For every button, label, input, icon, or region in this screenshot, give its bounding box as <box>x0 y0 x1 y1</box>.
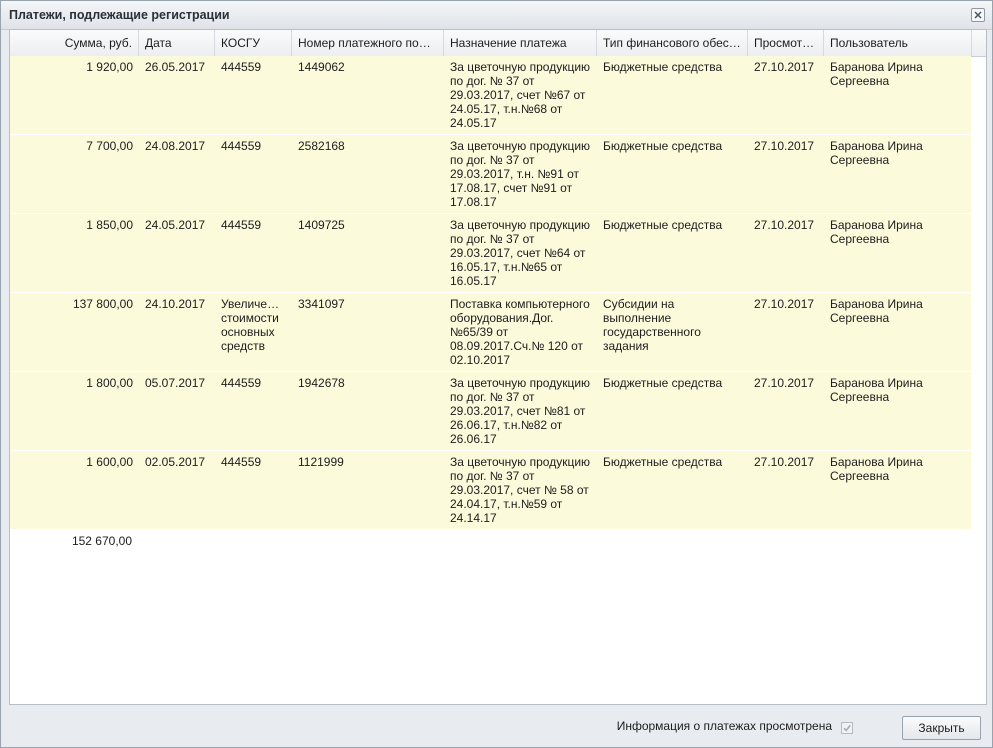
info-viewed-label: Информация о платежах просмотрена <box>616 719 832 733</box>
dialog-title: Платежи, подлежащие регистрации <box>9 8 230 22</box>
cell-viewed: 27.10.2017 <box>754 218 815 232</box>
cell-purpose: Поставка компьютерного оборудования.Дог.… <box>450 297 590 367</box>
cell-date: 26.05.2017 <box>145 60 206 74</box>
cell-date: 05.07.2017 <box>145 376 206 390</box>
cell-kosgu: 444559 <box>221 376 262 390</box>
cell-purpose: За цветочную продукцию по дог. № 37 от 2… <box>450 60 591 130</box>
cell-kosgu: 444559 <box>221 218 262 232</box>
column-header-purpose[interactable]: Назначение платежа <box>444 30 597 56</box>
cell-payment-number: 1449062 <box>298 60 345 74</box>
close-button[interactable]: Закрыть <box>902 716 981 740</box>
cell-user: Баранова Ирина Сергеевна <box>830 139 923 167</box>
cell-user: Баранова Ирина Сергеевна <box>830 376 923 404</box>
cell-viewed: 27.10.2017 <box>754 139 815 153</box>
dialog-titlebar: Платежи, подлежащие регистрации <box>1 1 992 30</box>
cell-viewed: 27.10.2017 <box>754 455 815 469</box>
cell-date: 02.05.2017 <box>145 455 206 469</box>
cell-payment-number: 1121999 <box>298 455 344 469</box>
column-header-sum[interactable]: Сумма, руб. <box>10 30 139 56</box>
total-sum: 152 670,00 <box>71 534 132 548</box>
cell-payment-number: 1942678 <box>298 376 345 390</box>
cell-payment-number: 3341097 <box>298 297 345 311</box>
payments-grid: Сумма, руб. Дата КОСГУ Номер платежного … <box>9 29 987 705</box>
cell-kosgu: 444559 <box>221 60 262 74</box>
cell-user: Баранова Ирина Сергеевна <box>830 60 923 88</box>
cell-kosgu: Увеличе… стоимости основных средств <box>221 297 280 353</box>
cell-date: 24.05.2017 <box>145 218 206 232</box>
cell-sum: 1 850,00 <box>86 218 133 232</box>
cell-funding-type: Бюджетные средства <box>603 455 723 469</box>
cell-date: 24.10.2017 <box>145 297 206 311</box>
cell-user: Баранова Ирина Сергеевна <box>830 455 923 483</box>
cell-user: Баранова Ирина Сергеевна <box>830 297 923 325</box>
cell-purpose: За цветочную продукцию по дог. № 37 от 2… <box>450 139 591 209</box>
cell-payment-number: 2582168 <box>298 139 345 153</box>
column-header-user[interactable]: Пользователь <box>824 30 972 56</box>
grid-body: 1 920,00 26.05.2017 444559 1449062 За цв… <box>10 56 971 530</box>
column-header-kosgu[interactable]: КОСГУ <box>215 30 292 56</box>
cell-sum: 7 700,00 <box>86 139 133 153</box>
column-header-viewed[interactable]: Просмот… <box>748 30 824 56</box>
cell-viewed: 27.10.2017 <box>754 376 815 390</box>
table-row[interactable]: 1 920,00 26.05.2017 444559 1449062 За цв… <box>10 56 971 135</box>
cell-sum: 1 800,00 <box>86 376 133 390</box>
table-row[interactable]: 1 800,00 05.07.2017 444559 1942678 За цв… <box>10 372 971 451</box>
dialog-close-button[interactable] <box>971 8 985 22</box>
grid-header: Сумма, руб. Дата КОСГУ Номер платежного … <box>10 30 986 57</box>
cell-funding-type: Бюджетные средства <box>603 139 723 153</box>
cell-date: 24.08.2017 <box>145 139 206 153</box>
cell-sum: 137 800,00 <box>72 297 133 311</box>
table-row[interactable]: 137 800,00 24.10.2017 Увеличе… стоимости… <box>10 293 971 372</box>
cell-payment-number: 1409725 <box>298 218 345 232</box>
cell-purpose: За цветочную продукцию по дог. № 37 от 2… <box>450 218 591 288</box>
cell-kosgu: 444559 <box>221 139 262 153</box>
cell-funding-type: Субсидии на выполнение государственного … <box>603 297 701 353</box>
cell-funding-type: Бюджетные средства <box>603 218 723 232</box>
cell-funding-type: Бюджетные средства <box>603 60 723 74</box>
cell-viewed: 27.10.2017 <box>754 60 815 74</box>
column-header-payment-number[interactable]: Номер платежного пор… <box>292 30 444 56</box>
table-row[interactable]: 1 600,00 02.05.2017 444559 1121999 За цв… <box>10 451 971 530</box>
cell-sum: 1 920,00 <box>86 60 133 74</box>
column-header-date[interactable]: Дата <box>139 30 215 56</box>
info-viewed-checkbox[interactable] <box>841 722 853 734</box>
cell-sum: 1 600,00 <box>86 455 133 469</box>
cell-purpose: За цветочную продукцию по дог. № 37 от 2… <box>450 376 591 446</box>
dialog-footer: Информация о платежах просмотрена Закрыт… <box>1 707 992 747</box>
column-header-funding-type[interactable]: Тип финансового обес… <box>597 30 748 56</box>
cell-purpose: За цветочную продукцию по дог. № 37 от 2… <box>450 455 591 525</box>
table-row[interactable]: 7 700,00 24.08.2017 444559 2582168 За цв… <box>10 135 971 214</box>
check-icon <box>843 724 851 732</box>
cell-viewed: 27.10.2017 <box>754 297 815 311</box>
cell-kosgu: 444559 <box>221 455 262 469</box>
table-row[interactable]: 1 850,00 24.05.2017 444559 1409725 За цв… <box>10 214 971 293</box>
payments-dialog: Платежи, подлежащие регистрации Сумма, р… <box>0 0 993 748</box>
cell-funding-type: Бюджетные средства <box>603 376 723 390</box>
cell-user: Баранова Ирина Сергеевна <box>830 218 923 246</box>
close-icon <box>974 11 982 19</box>
